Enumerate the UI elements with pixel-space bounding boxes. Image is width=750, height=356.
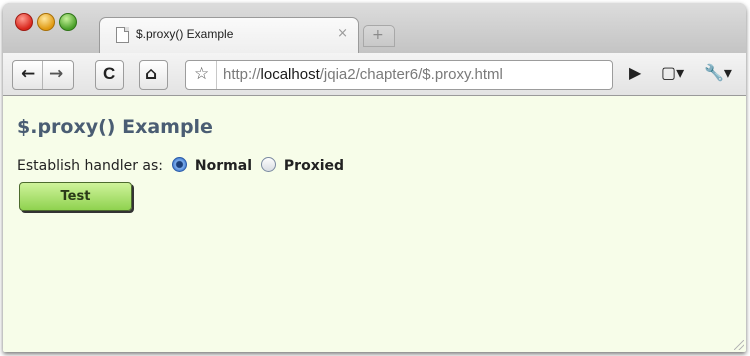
close-window-button[interactable]: [15, 13, 33, 31]
nav-buttons: ← →: [12, 60, 74, 90]
browser-window: $.proxy() Example × + ← → C ⌂ ☆ http://l…: [3, 3, 746, 352]
radio-proxied-label[interactable]: Proxied: [284, 158, 344, 174]
back-arrow-icon[interactable]: ←: [21, 64, 35, 84]
tab-title: $.proxy() Example: [136, 27, 234, 41]
test-button[interactable]: Test: [19, 182, 132, 211]
close-tab-icon[interactable]: ×: [337, 26, 348, 41]
page-title: $.proxy() Example: [17, 116, 213, 138]
page-content: $.proxy() Example Establish handler as: …: [3, 96, 746, 352]
play-icon[interactable]: ▶: [629, 63, 641, 82]
reload-button[interactable]: C: [95, 60, 124, 90]
resize-grip[interactable]: [734, 340, 744, 350]
forward-arrow-icon[interactable]: →: [49, 64, 63, 84]
handler-label: Establish handler as:: [17, 158, 164, 174]
page-icon: [116, 27, 129, 43]
bookmark-star-icon[interactable]: ☆: [194, 64, 209, 84]
home-button[interactable]: ⌂: [139, 60, 168, 90]
wrench-icon[interactable]: 🔧▾: [704, 63, 732, 82]
radio-normal[interactable]: [172, 157, 188, 172]
radio-normal-label[interactable]: Normal: [195, 158, 252, 174]
new-tab-button[interactable]: +: [363, 25, 395, 47]
zoom-window-button[interactable]: [59, 13, 77, 31]
handler-options: Establish handler as: Normal Proxied: [17, 157, 344, 174]
tab-active[interactable]: $.proxy() Example ×: [99, 17, 359, 54]
plus-icon: +: [372, 27, 384, 43]
reload-icon: C: [103, 64, 116, 83]
url-text[interactable]: http://localhost/jqia2/chapter6/$.proxy.…: [223, 66, 503, 83]
radio-proxied[interactable]: [261, 157, 277, 172]
divider: [216, 61, 217, 89]
divider: [42, 61, 43, 89]
home-icon: ⌂: [145, 64, 158, 84]
minimize-window-button[interactable]: [37, 13, 55, 31]
tab-strip: $.proxy() Example × +: [3, 3, 746, 54]
toolbar: ← → C ⌂ ☆ http://localhost/jqia2/chapter…: [3, 53, 746, 96]
address-bar[interactable]: ☆ http://localhost/jqia2/chapter6/$.prox…: [185, 60, 613, 90]
page-menu-icon[interactable]: ▢▾: [661, 63, 684, 82]
